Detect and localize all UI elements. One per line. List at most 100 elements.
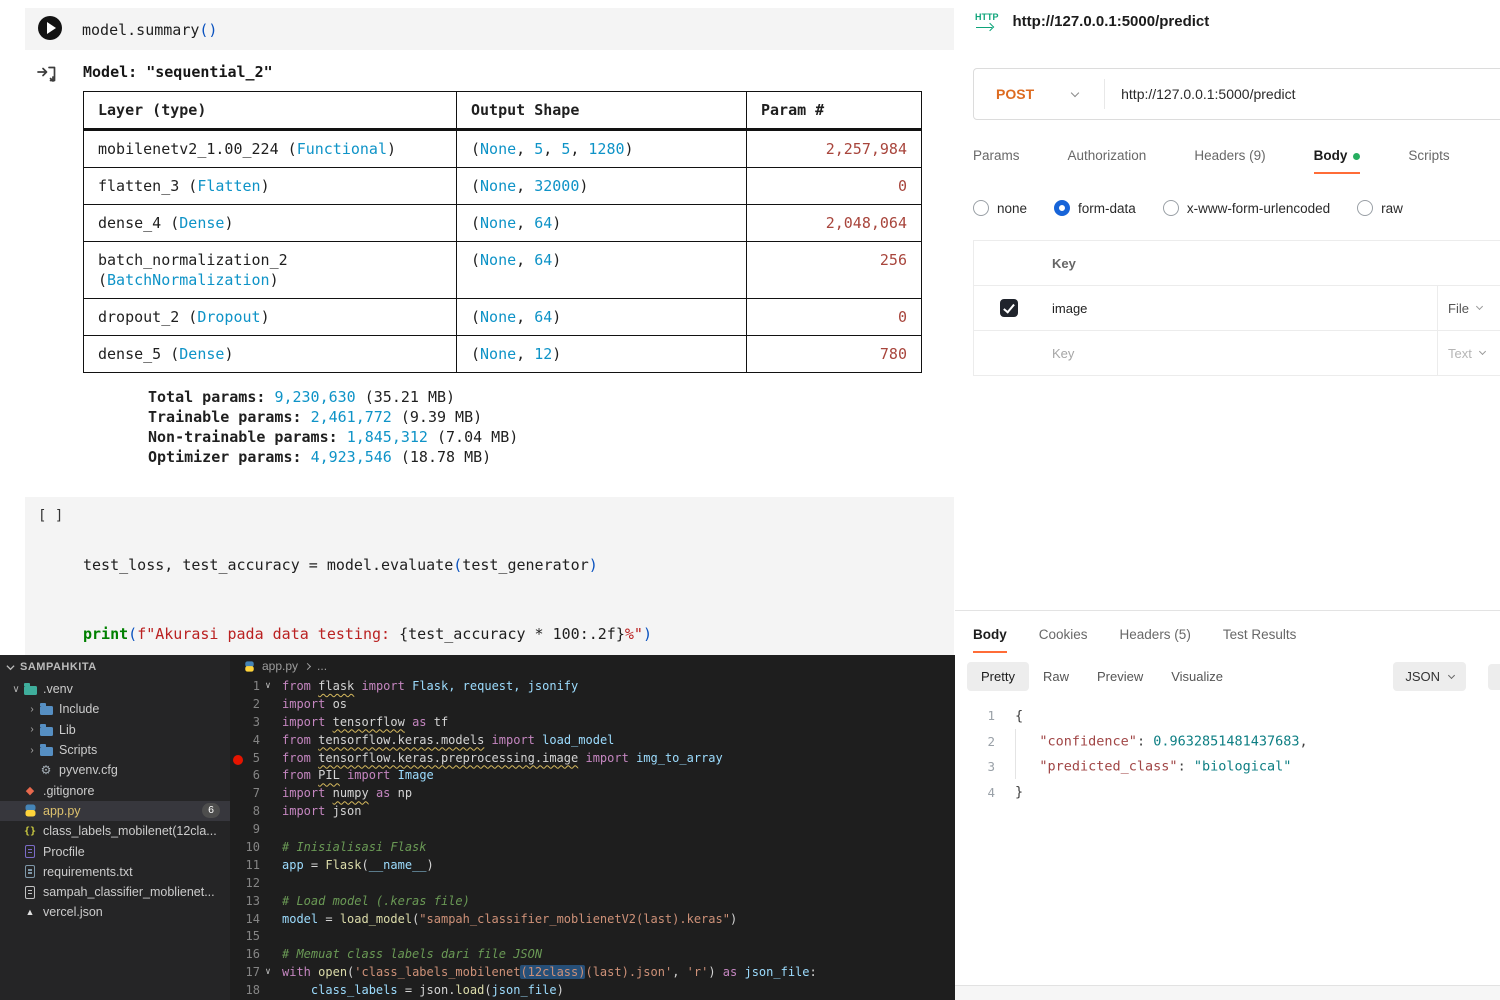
tree-item-app-py[interactable]: app.py6 [0, 801, 230, 821]
code-line[interactable]: 12 [230, 874, 955, 892]
tab-headers[interactable]: Headers (9) [1194, 148, 1265, 163]
code-line[interactable]: 2import os [230, 695, 955, 713]
tree-item-requirements-txt[interactable]: requirements.txt [0, 862, 230, 882]
tree-item--gitignore[interactable]: ◆.gitignore [0, 780, 230, 800]
notebook-panel: model.summary() Model: "sequential_2" La… [0, 0, 955, 655]
tab-scripts[interactable]: Scripts [1408, 148, 1449, 163]
chevron-down-icon[interactable] [1071, 88, 1079, 96]
code-line[interactable]: 15 [230, 927, 955, 945]
wrap-text-icon[interactable] [1488, 664, 1500, 690]
code-token: = [304, 858, 326, 872]
body-mode-urlencoded[interactable]: x-www-form-urlencoded [1163, 200, 1330, 216]
view-preview[interactable]: Preview [1083, 662, 1157, 691]
code-line[interactable]: 16# Memuat class labels dari file JSON [230, 945, 955, 963]
fold-chevron-icon[interactable]: ∨ [260, 681, 276, 691]
run-cell-button[interactable] [38, 16, 62, 40]
breadcrumb[interactable]: app.py ... [230, 655, 955, 677]
code-token: ) [261, 308, 270, 326]
fold-chevron-icon[interactable]: ∨ [260, 967, 276, 977]
code-line[interactable]: 4from tensorflow.keras.models import loa… [230, 731, 955, 749]
code-line[interactable]: 18 class_labels = json.load(json_file) [230, 981, 955, 999]
body-mode-raw[interactable]: raw [1357, 200, 1403, 216]
response-line: 4} [955, 780, 1500, 806]
tab-cookies[interactable]: Cookies [1039, 627, 1088, 642]
breakpoint-dot[interactable] [233, 755, 243, 765]
chevron-right-icon[interactable]: › [26, 745, 38, 756]
body-mode-none[interactable]: none [973, 200, 1027, 216]
tab-params[interactable]: Params [973, 148, 1020, 163]
code-line[interactable]: 1∨from flask import Flask, request, json… [230, 677, 955, 695]
tree-item-vercel-json[interactable]: ▲vercel.json [0, 902, 230, 922]
chevron-right-icon[interactable]: › [26, 704, 38, 715]
kv-key-input[interactable]: image [1044, 301, 1437, 316]
code-token [325, 786, 332, 800]
radio-icon[interactable] [973, 200, 989, 216]
method-selector[interactable]: POST [974, 86, 1034, 102]
tree-item-pyvenv-cfg[interactable]: ⚙pyvenv.cfg [0, 760, 230, 780]
body-mode-form-data[interactable]: form-data [1054, 200, 1136, 216]
radio-icon[interactable] [1357, 200, 1373, 216]
code-token: print [83, 625, 128, 643]
code-line[interactable]: 7import numpy as np [230, 784, 955, 802]
chevron-down-icon[interactable]: ∨ [10, 684, 22, 695]
code-token: app [282, 858, 304, 872]
editor-area[interactable]: app.py ... 1∨from flask import Flask, re… [230, 655, 955, 1000]
cell-1-code[interactable]: model.summary() [82, 16, 217, 42]
explorer-section-header[interactable]: SAMPAHKITA [0, 655, 230, 679]
code-line[interactable]: 11app = Flask(__name__) [230, 856, 955, 874]
code-line[interactable]: 8import json [230, 802, 955, 820]
breadcrumb-more[interactable]: ... [317, 659, 327, 673]
radio-icon[interactable] [1163, 200, 1179, 216]
tab-response-headers[interactable]: Headers (5) [1120, 627, 1191, 642]
view-raw[interactable]: Raw [1029, 662, 1083, 691]
format-dropdown[interactable]: JSON [1393, 662, 1466, 691]
kv-type-dropdown[interactable]: File [1437, 286, 1500, 330]
tab-response-body[interactable]: Body [973, 627, 1007, 642]
tree-item-scripts[interactable]: ›Scripts [0, 740, 230, 760]
tab-test-results[interactable]: Test Results [1223, 627, 1297, 642]
vscode-panel: SAMPAHKITA ∨.venv›Include›Lib›Scripts⚙py… [0, 655, 955, 1000]
code-token: ) [552, 251, 561, 269]
breadcrumb-file[interactable]: app.py [262, 659, 298, 673]
tree-item--venv[interactable]: ∨.venv [0, 679, 230, 699]
code-line[interactable]: 10# Inisialisasi Flask [230, 838, 955, 856]
radio-selected-icon[interactable] [1054, 200, 1070, 216]
code-token: 1280 [588, 140, 624, 158]
tree-item-class-labels-mobilenet-12cla-[interactable]: {}class_labels_mobilenet(12cla... [0, 821, 230, 841]
chevron-right-icon[interactable]: › [26, 724, 38, 735]
tree-item-sampah-classifier-moblienet-[interactable]: sampah_classifier_moblienet... [0, 882, 230, 902]
tab-body[interactable]: Body [1314, 148, 1361, 163]
code-line[interactable]: 17∨with open('class_labels_mobilenet(12c… [230, 963, 955, 981]
code-line[interactable]: 14model = load_model("sampah_classifier_… [230, 910, 955, 928]
code-line[interactable]: 3import tensorflow as tf [230, 713, 955, 731]
view-pretty[interactable]: Pretty [967, 662, 1029, 691]
non-trainable-params-line: Non-trainable params: 1,845,312 (7.04 MB… [148, 427, 922, 447]
line-number: 11 [230, 858, 260, 872]
code-token: ) [552, 214, 561, 232]
code-cell-1[interactable]: model.summary() [25, 8, 954, 50]
code-token: json_file [744, 965, 809, 979]
tree-item-lib[interactable]: ›Lib [0, 720, 230, 740]
response-tabs: Body Cookies Headers (5) Test Results [955, 611, 1500, 642]
cell-2-code-line-2[interactable]: print(f"Akurasi pada data testing: {test… [83, 623, 652, 646]
url-input[interactable]: http://127.0.0.1:5000/predict [1121, 86, 1295, 102]
code-token: : [1137, 733, 1153, 749]
kv-key-placeholder[interactable]: Key [1044, 346, 1437, 361]
code-line[interactable]: 13# Load model (.keras file) [230, 892, 955, 910]
view-visualize[interactable]: Visualize [1157, 662, 1237, 691]
code-line[interactable]: 9 [230, 820, 955, 838]
code-token: dense_5 ( [98, 345, 179, 363]
code-line[interactable]: 6from PIL import Image [230, 766, 955, 784]
checkbox-checked-icon[interactable] [1000, 299, 1018, 317]
line-number: 2 [230, 697, 260, 711]
code-token: ) [643, 625, 652, 643]
code-token: ) [427, 858, 434, 872]
code-cell-2[interactable]: [ ] test_loss, test_accuracy = model.eva… [25, 497, 954, 655]
tree-item-procfile[interactable]: Procfile [0, 841, 230, 861]
code-token: 64 [534, 251, 552, 269]
tab-authorization[interactable]: Authorization [1068, 148, 1147, 163]
tree-item-include[interactable]: ›Include [0, 699, 230, 719]
cell-2-code-line-1[interactable]: test_loss, test_accuracy = model.evaluat… [83, 554, 652, 577]
kv-type-dropdown[interactable]: Text [1437, 331, 1500, 375]
code-line[interactable]: 5from tensorflow.keras.preprocessing.ima… [230, 749, 955, 767]
